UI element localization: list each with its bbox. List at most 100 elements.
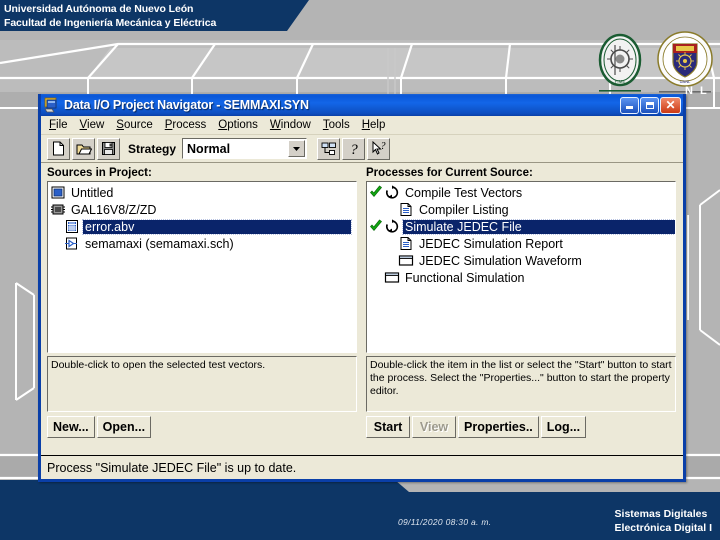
sources-pane: Sources in Project: Untitled GAL16V8/Z/ZD… [47, 167, 357, 438]
tree-item[interactable]: Compile Test Vectors [369, 184, 675, 201]
menu-item-tools[interactable]: Tools [323, 119, 350, 131]
maximize-icon [645, 101, 654, 109]
menu-label: ile [56, 119, 68, 131]
window-title: Data I/O Project Navigator - SEMMAXI.SYN [64, 98, 309, 112]
sources-pane-header: Sources in Project: [47, 167, 152, 179]
tree-item[interactable]: JEDEC Simulation Report [369, 235, 675, 252]
button-label: Open... [102, 420, 146, 434]
menu-item-process[interactable]: Process [165, 119, 207, 131]
toolbar: Strategy Normal ? ? [41, 135, 683, 163]
svg-text:FIME: FIME [615, 79, 626, 84]
processes-button-row: Start View Properties.. Log... [366, 416, 676, 438]
tree-item[interactable]: Untitled [50, 184, 356, 201]
menu-item-source[interactable]: Source [116, 119, 152, 131]
chevron-down-icon[interactable] [288, 140, 306, 157]
menu-mnemonic: S [116, 119, 124, 131]
menu-mnemonic: W [269, 119, 281, 131]
menu-mnemonic: O [218, 119, 228, 131]
course-line-1: Sistemas Digitales [614, 508, 708, 520]
close-icon: ✕ [665, 98, 676, 112]
pointer-question-icon: ? [372, 141, 385, 155]
sources-hint: Double-click to open the selected test v… [47, 356, 357, 412]
button-label: Properties.. [464, 420, 533, 434]
menu-item-help[interactable]: Help [362, 119, 386, 131]
header-banner-tail [287, 0, 309, 31]
slide-header-banner: Universidad Autónoma de Nuevo León Facul… [0, 0, 287, 31]
tree-item[interactable]: Simulate JEDEC File [369, 218, 675, 235]
menu-item-view[interactable]: View [80, 119, 105, 131]
svg-text:?: ? [350, 142, 358, 156]
slide-footer-banner [0, 492, 720, 540]
process-refresh-icon [385, 219, 399, 233]
hierarchy-button[interactable] [317, 137, 341, 160]
tree-item-label: Compile Test Vectors [405, 185, 523, 200]
sources-list[interactable]: Untitled GAL16V8/Z/ZD error.abv semamaxi (s… [47, 181, 357, 353]
waveform-window-icon [384, 272, 400, 283]
processes-pane: Processes for Current Source: Compile Te… [366, 167, 676, 438]
menu-item-options[interactable]: Options [218, 119, 258, 131]
tree-item-label: GAL16V8/Z/ZD [71, 202, 157, 217]
report-document-icon [400, 203, 412, 216]
log-button[interactable]: Log... [540, 416, 587, 438]
menu-item-file[interactable]: File [49, 119, 68, 131]
project-navigator-window: Data I/O Project Navigator - SEMMAXI.SYN… [38, 94, 686, 482]
menu-item-window[interactable]: Window [270, 119, 311, 131]
chip-icon [51, 204, 65, 215]
tree-item[interactable]: Compiler Listing [369, 201, 675, 218]
open-file-button[interactable] [72, 137, 95, 160]
waveform-window-icon [398, 255, 414, 266]
menu-label: iew [87, 119, 105, 131]
help-button[interactable]: ? [342, 137, 366, 160]
menu-label: elp [370, 119, 386, 131]
menu-label: rocess [172, 119, 207, 131]
sources-button-row: New... Open... [47, 416, 357, 438]
tree-item-icon-wrap [384, 219, 400, 234]
tree-item-label: Untitled [71, 185, 114, 200]
menu-mnemonic: V [79, 119, 88, 131]
hierarchy-icon [321, 142, 336, 155]
green-check-icon [370, 185, 383, 198]
minimize-button[interactable] [620, 96, 639, 114]
course-line-2: Electrónica Digital I [614, 522, 712, 534]
window-title-bar[interactable]: Data I/O Project Navigator - SEMMAXI.SYN… [41, 94, 683, 116]
open-button[interactable]: Open... [96, 416, 152, 438]
tree-item[interactable]: Functional Simulation [369, 269, 675, 286]
minimize-icon [626, 106, 633, 109]
menu-mnemonic: F [49, 119, 57, 131]
menu-label: ools [328, 119, 350, 131]
save-button[interactable] [97, 137, 120, 160]
processes-list[interactable]: Compile Test Vectors Compiler Listing Simu… [366, 181, 676, 353]
menu-label: indow [280, 119, 311, 131]
blank-status-icon [369, 270, 383, 285]
new-button[interactable]: New... [47, 416, 95, 438]
blank-status-icon [383, 202, 397, 217]
properties-button[interactable]: Properties.. [458, 416, 539, 438]
status-text: Process "Simulate JEDEC File" is up to d… [47, 460, 297, 475]
tree-item-icon-wrap [64, 236, 80, 251]
fime-logo: FIME [598, 33, 642, 92]
svg-text:?: ? [380, 141, 385, 152]
close-button[interactable]: ✕ [660, 96, 681, 114]
strategy-value: Normal [187, 141, 231, 156]
status-bar: Process "Simulate JEDEC File" is up to d… [41, 455, 683, 479]
tree-item[interactable]: GAL16V8/Z/ZD [50, 201, 356, 218]
new-document-button[interactable] [47, 137, 70, 160]
tree-item[interactable]: error.abv [50, 218, 356, 235]
project-window-icon [51, 186, 65, 199]
svg-text:UANL: UANL [680, 79, 691, 84]
maximize-button[interactable] [640, 96, 659, 114]
processes-hint: Double-click the item in the list or sel… [366, 356, 676, 412]
tree-item-icon-wrap [398, 236, 414, 251]
tree-item[interactable]: JEDEC Simulation Waveform [369, 252, 675, 269]
view-button: View [412, 416, 456, 438]
strategy-dropdown[interactable]: Normal [182, 138, 308, 159]
blank-status-icon [383, 236, 397, 251]
tree-item-label: JEDEC Simulation Report [419, 236, 563, 251]
context-help-button[interactable]: ? [367, 137, 391, 160]
strategy-label: Strategy [128, 141, 177, 156]
tree-item[interactable]: semamaxi (semamaxi.sch) [50, 235, 356, 252]
tree-item-icon-wrap [398, 202, 414, 217]
university-name: Universidad Autónoma de Nuevo León [4, 3, 194, 15]
start-button[interactable]: Start [366, 416, 410, 438]
menu-label: ource [123, 119, 153, 131]
